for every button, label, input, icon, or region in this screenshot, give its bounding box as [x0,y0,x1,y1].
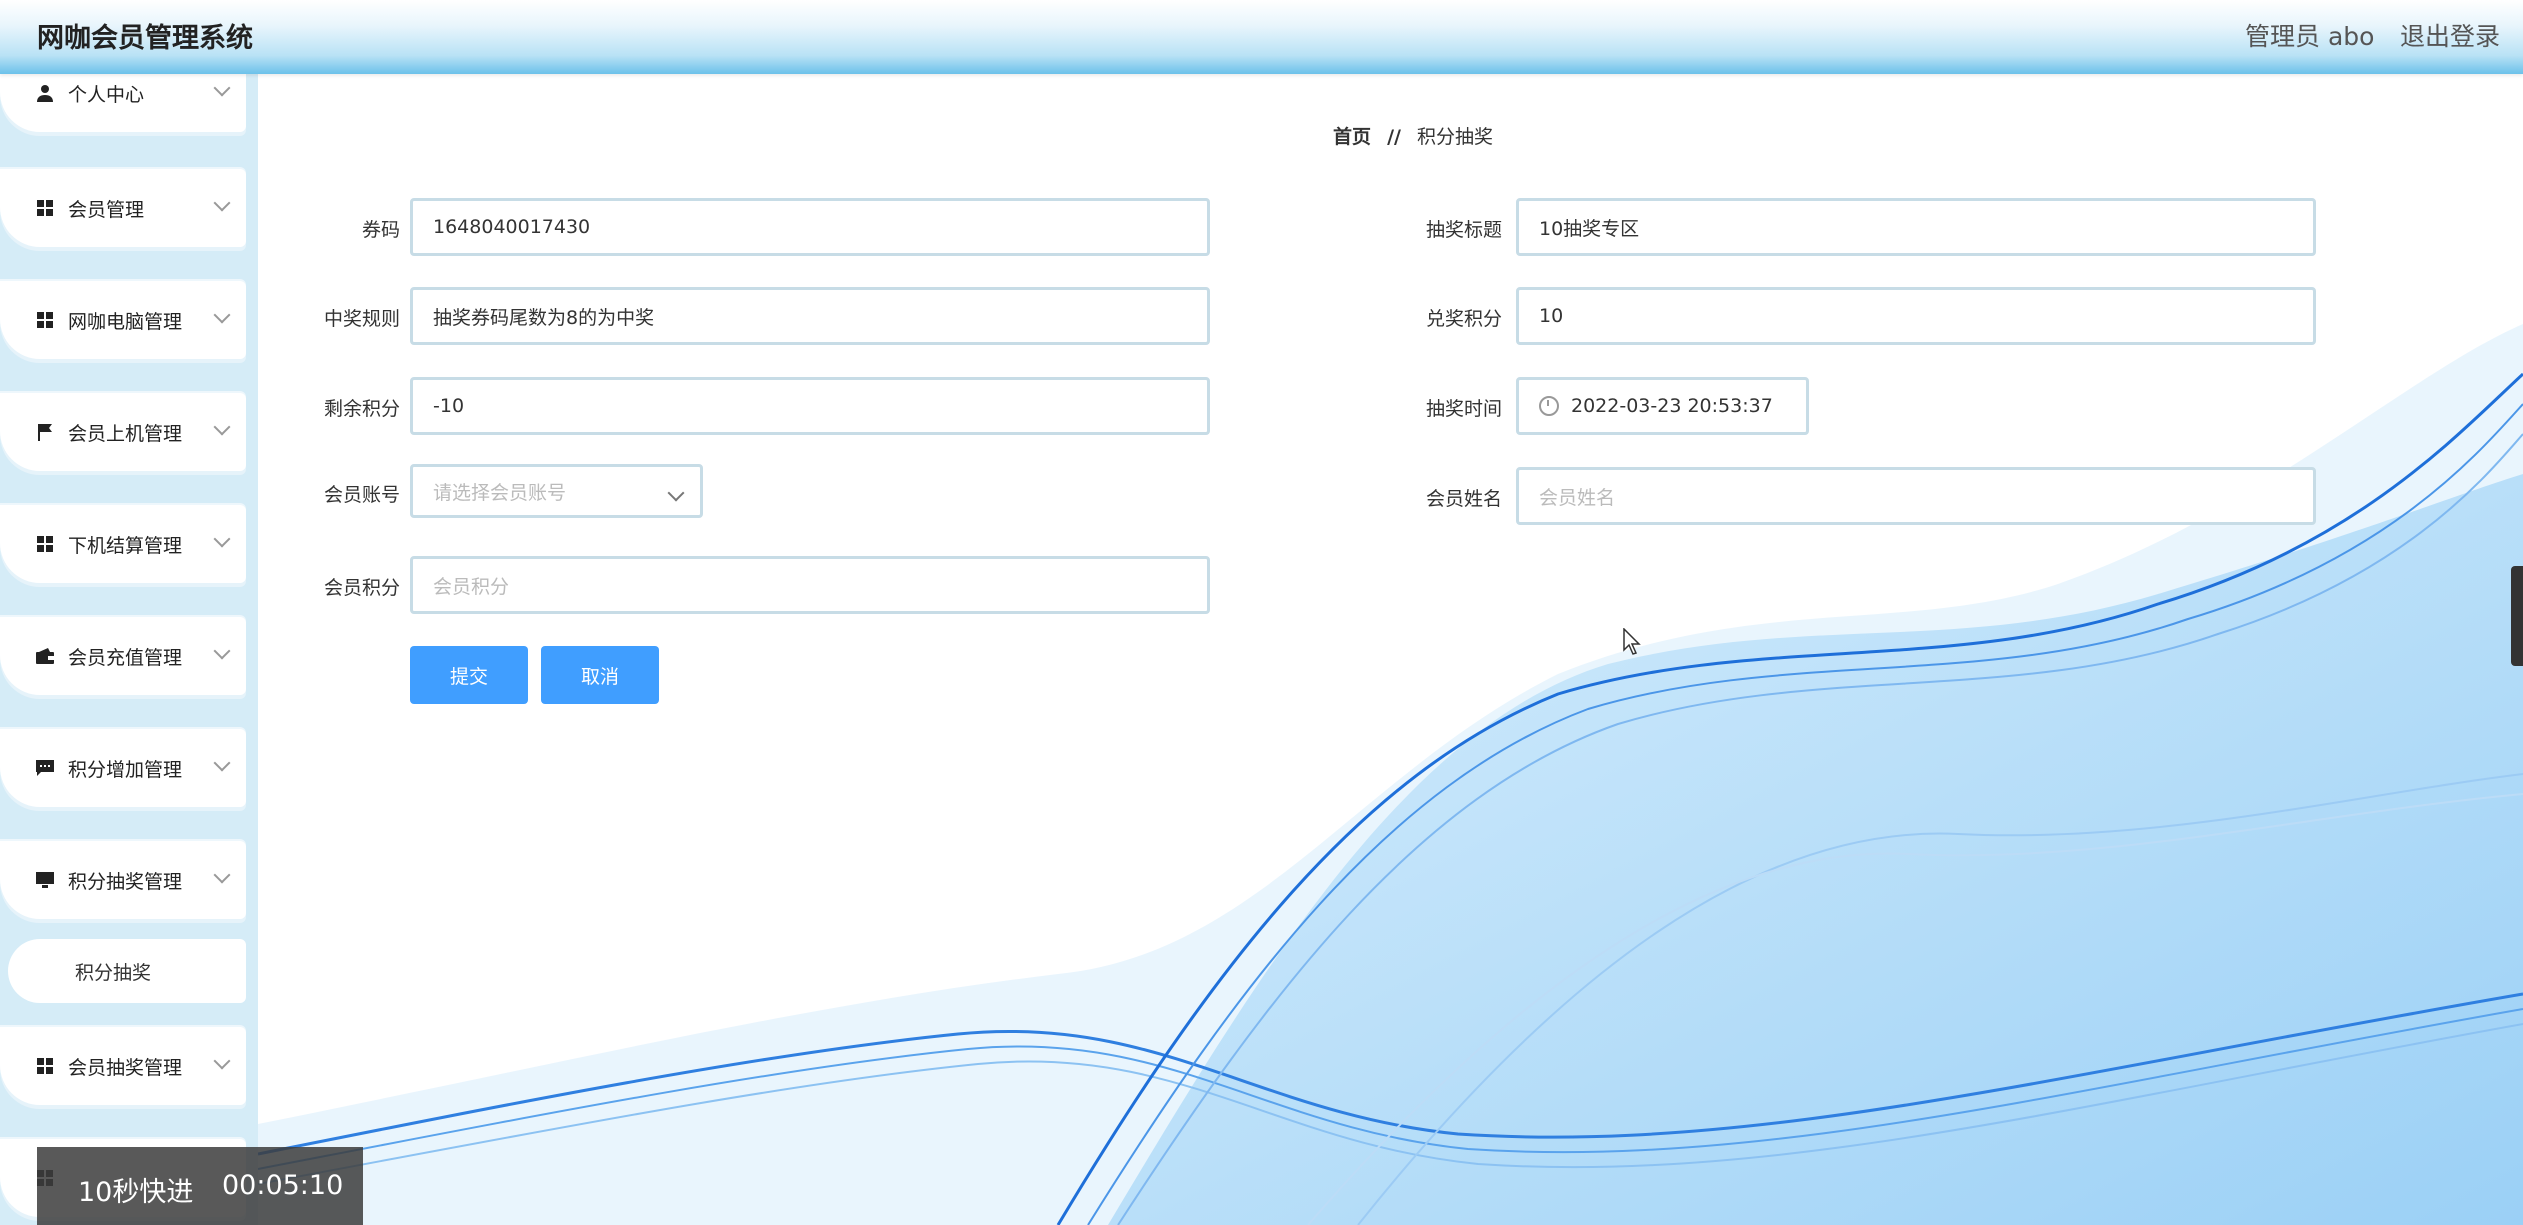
sidebar-item-points-lottery-management[interactable]: 积分抽奖管理 [0,841,246,919]
sidebar-item-checkout-management[interactable]: 下机结算管理 [0,505,246,583]
remaining-points-input[interactable]: -10 [410,377,1210,435]
flag-icon [35,422,55,442]
sidebar-item-personal-center[interactable]: 个人中心 [0,74,246,132]
grid-icon [35,310,55,330]
breadcrumb: 首页 // 积分抽奖 [1333,122,1493,149]
admin-username: 管理员 abo [2245,22,2375,51]
sidebar-subitem-points-lottery[interactable]: 积分抽奖 [8,939,246,1003]
lottery-time-label: 抽奖时间 [1425,398,1502,420]
message-icon [35,758,55,778]
lottery-time-value: 2022-03-23 20:53:37 [1571,395,1773,417]
chevron-down-icon [213,642,231,660]
grid-icon [35,534,55,554]
chevron-down-icon [213,79,231,97]
app-title: 网咖会员管理系统 [37,23,253,54]
user-icon [35,83,55,103]
scrollbar-handle[interactable] [2511,566,2523,666]
top-header: 网咖会员管理系统 管理员 abo 退出登录 [0,0,2523,74]
logout-link[interactable]: 退出登录 [2400,17,2500,53]
main-content: 首页 // 积分抽奖 券码 1648040017430 中奖规则 抽奖券码尾数为… [258,74,2523,1225]
member-name-label: 会员姓名 [1425,488,1502,510]
lottery-title-input[interactable]: 10抽奖专区 [1516,198,2316,256]
video-overlay: 10秒快进 00:05:10 [37,1147,363,1225]
submit-button[interactable]: 提交 [410,646,528,704]
sidebar-item-label: 积分抽奖管理 [68,870,183,893]
wallet-icon [35,646,55,666]
rule-input[interactable]: 抽奖券码尾数为8的为中奖 [410,287,1210,345]
coupon-input[interactable]: 1648040017430 [410,198,1210,256]
rule-label: 中奖规则 [323,308,400,330]
sidebar-item-label: 下机结算管理 [68,534,183,557]
mouse-cursor-icon [1623,628,1641,655]
clock-icon [1539,396,1559,416]
sidebar-subitem-label: 积分抽奖 [75,961,152,984]
sidebar-item-login-management[interactable]: 会员上机管理 [0,393,246,471]
coupon-label: 券码 [361,219,400,241]
redeem-points-label: 兑奖积分 [1425,308,1502,330]
sidebar-item-computer-management[interactable]: 网咖电脑管理 [0,281,246,359]
chevron-down-icon [213,306,231,324]
breadcrumb-home[interactable]: 首页 [1333,126,1371,148]
remaining-points-label: 剩余积分 [323,398,400,420]
breadcrumb-separator: // [1387,126,1401,148]
chevron-down-icon [213,866,231,884]
sidebar-item-label: 会员管理 [68,198,145,221]
chevron-down-icon [213,418,231,436]
redeem-points-input[interactable]: 10 [1516,287,2316,345]
breadcrumb-current: 积分抽奖 [1417,126,1494,148]
chevron-down-icon [213,754,231,772]
sidebar-item-label: 个人中心 [68,83,145,106]
sidebar-item-member-management[interactable]: 会员管理 [0,169,246,247]
chevron-down-icon [667,484,685,502]
cancel-button[interactable]: 取消 [541,646,659,704]
sidebar-item-points-add-management[interactable]: 积分增加管理 [0,729,246,807]
sidebar-item-label: 积分增加管理 [68,758,183,781]
chevron-down-icon [213,194,231,212]
sidebar-item-recharge-management[interactable]: 会员充值管理 [0,617,246,695]
lottery-time-picker[interactable]: 2022-03-23 20:53:37 [1516,377,1809,435]
member-points-label: 会员积分 [323,577,400,599]
fast-forward-label[interactable]: 10秒快进 [78,1170,193,1209]
playback-time: 00:05:10 [222,1170,344,1201]
sidebar-item-member-lottery-management[interactable]: 会员抽奖管理 [0,1027,246,1105]
member-account-label: 会员账号 [323,484,400,506]
lottery-title-label: 抽奖标题 [1425,219,1502,241]
grid-icon [35,198,55,218]
sidebar: 个人中心 会员管理 网咖电脑管理 会员上机管理 下机结算管理 会员充值管理 积分… [0,74,258,1225]
sidebar-item-label: 会员充值管理 [68,646,183,669]
chevron-down-icon [213,530,231,548]
sidebar-item-label: 会员上机管理 [68,422,183,445]
member-points-input[interactable]: 会员积分 [410,556,1210,614]
chevron-down-icon [213,1052,231,1070]
sidebar-item-label: 网咖电脑管理 [68,310,183,333]
member-account-placeholder: 请选择会员账号 [433,481,567,504]
monitor-icon [35,870,55,890]
member-account-select[interactable]: 请选择会员账号 [410,464,703,518]
grid-icon [35,1056,55,1076]
member-name-input[interactable]: 会员姓名 [1516,467,2316,525]
sidebar-item-label: 会员抽奖管理 [68,1056,183,1079]
